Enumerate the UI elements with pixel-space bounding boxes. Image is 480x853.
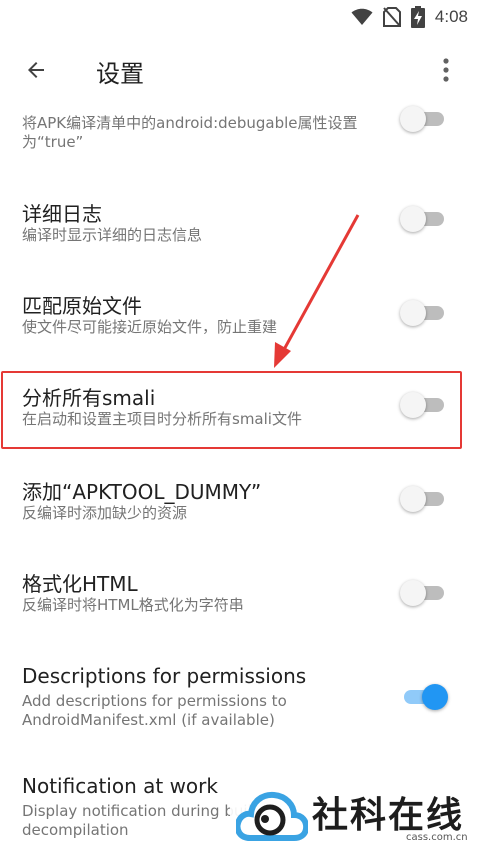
- setting-summary: 反编译时将HTML格式化为字符串: [22, 596, 244, 614]
- setting-summary: 反编译时添加缺少的资源: [22, 504, 188, 522]
- back-button[interactable]: [16, 50, 56, 90]
- setting-summary: 使文件尽可能接近原始文件，防止重建: [22, 318, 278, 336]
- setting-permission-descriptions[interactable]: Descriptions for permissions Add descrip…: [0, 656, 480, 752]
- setting-format-html[interactable]: 格式化HTML 反编译时将HTML格式化为字符串: [0, 554, 480, 630]
- more-vertical-icon: [443, 58, 449, 82]
- setting-add-apktool-dummy[interactable]: 添加“APKTOOL_DUMMY” 反编译时添加缺少的资源: [0, 464, 480, 540]
- setting-title: 详细日志: [22, 202, 102, 226]
- no-sim-icon: [382, 7, 401, 27]
- watermark-url: cass.com.cn: [406, 832, 468, 843]
- status-icons: 4:08: [351, 5, 468, 29]
- arrow-left-icon: [28, 62, 44, 78]
- setting-summary: 将APK编译清单中的android:debugable属性设置为“true”: [22, 114, 358, 151]
- setting-title: Notification at work: [22, 774, 218, 798]
- switch-thumb: [400, 486, 426, 512]
- status-time: 4:08: [434, 7, 468, 26]
- switch-thumb: [400, 300, 426, 326]
- watermark: 社科在线 cass.com.cn: [230, 780, 480, 853]
- page-title: 设置: [96, 60, 144, 88]
- status-bar: 4:08: [0, 0, 480, 34]
- cloud-eye-logo-icon: [236, 791, 308, 841]
- switch-thumb: [400, 206, 426, 232]
- setting-match-original[interactable]: 匹配原始文件 使文件尽可能接近原始文件，防止重建: [0, 278, 480, 358]
- annotation-highlight-box: [1, 371, 462, 449]
- switch-thumb: [400, 106, 426, 132]
- app-bar: 设置: [0, 34, 480, 106]
- setting-title: 格式化HTML: [22, 572, 138, 596]
- watermark-name: 社科在线: [312, 795, 465, 836]
- switch-thumb: [400, 580, 426, 606]
- setting-title: Descriptions for permissions: [22, 664, 307, 688]
- overflow-menu-button[interactable]: [428, 52, 464, 88]
- toggle-switch[interactable]: [400, 106, 446, 132]
- switch-thumb: [422, 684, 448, 710]
- toggle-switch[interactable]: [400, 486, 446, 512]
- setting-summary: 编译时显示详细的日志信息: [22, 226, 203, 244]
- setting-debuggable[interactable]: 将APK编译清单中的android:debugable属性设置为“true”: [0, 106, 480, 186]
- setting-title: 添加“APKTOOL_DUMMY”: [22, 480, 262, 504]
- toggle-switch[interactable]: [400, 300, 446, 326]
- toggle-switch[interactable]: [400, 206, 446, 232]
- setting-verbose-log[interactable]: 详细日志 编译时显示详细的日志信息: [0, 186, 480, 266]
- wifi-icon: [351, 8, 373, 25]
- toggle-switch[interactable]: [400, 580, 446, 606]
- setting-summary: Add descriptions for permissions to Andr…: [22, 692, 287, 729]
- battery-charging-icon: [410, 6, 425, 28]
- toggle-switch[interactable]: [400, 684, 448, 710]
- setting-title: 匹配原始文件: [22, 294, 142, 318]
